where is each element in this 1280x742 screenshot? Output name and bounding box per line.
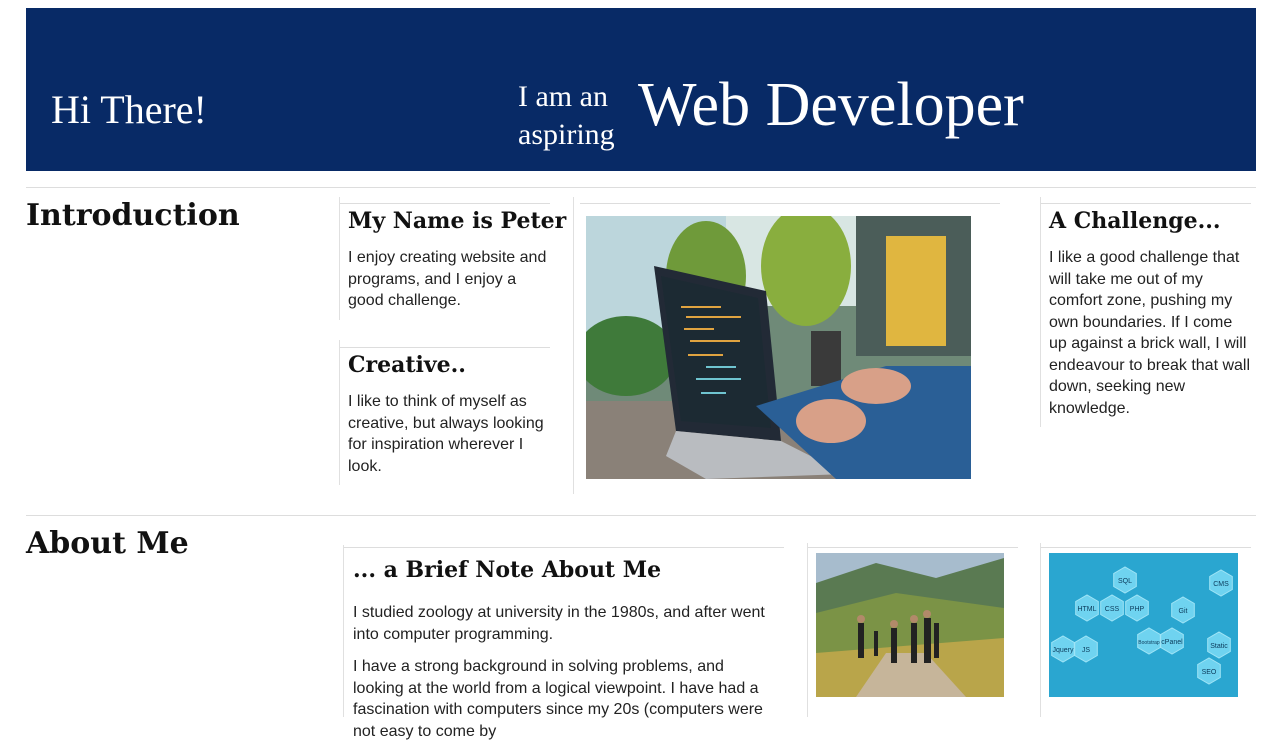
skill-label: PHP	[1130, 606, 1145, 613]
divider	[344, 547, 784, 548]
skills-hex-graphic: SQL CMS HTML CSS PHP Git Bootstrap cPanel Static…	[1051, 566, 1233, 685]
role-title: Web Developer	[638, 71, 1024, 139]
divider	[339, 197, 340, 320]
skill-label: Git	[1179, 608, 1188, 615]
skill-label: cPanel	[1161, 639, 1183, 646]
divider	[26, 515, 1256, 516]
greeting: Hi There!	[51, 87, 207, 132]
skill-label: Static	[1210, 643, 1228, 650]
divider	[343, 545, 344, 717]
skill-label: HTML	[1077, 606, 1096, 613]
aspire-line-2: aspiring	[518, 118, 615, 151]
challenge-card-title: A Challenge...	[1049, 208, 1221, 234]
divider	[808, 547, 1018, 548]
skill-label: SEO	[1202, 669, 1217, 676]
divider	[807, 543, 808, 717]
divider	[340, 203, 550, 204]
divider	[26, 187, 1256, 188]
skill-label: Bootstrap	[1138, 640, 1160, 646]
divider	[1041, 547, 1251, 548]
skill-label: JS	[1082, 647, 1091, 654]
name-card-title: My Name is Peter	[348, 208, 567, 234]
creative-card-title: Creative..	[348, 352, 466, 378]
introduction-heading: Introduction	[26, 198, 240, 233]
aspire-line-1: I am an	[518, 80, 608, 113]
divider	[1041, 203, 1251, 204]
aspire-text: I am an aspiring	[518, 78, 615, 154]
header-banner: Hi There! I am an aspiring Web Developer	[26, 8, 1256, 171]
divider	[339, 340, 340, 485]
skills-graphic: SQL CMS HTML CSS PHP Git Bootstrap cPanel Static…	[1049, 553, 1238, 697]
about-paragraph-2: I have a strong background in solving pr…	[353, 658, 763, 740]
name-card-text: I enjoy creating website and programs, a…	[348, 249, 547, 309]
laptop-photo	[586, 216, 971, 479]
about-paragraph-1: I studied zoology at university in the 1…	[353, 604, 765, 643]
skill-label: CSS	[1105, 606, 1120, 613]
about-note-title: ... a Brief Note About Me	[353, 557, 662, 583]
divider	[580, 203, 1000, 204]
hiking-photo	[816, 553, 1004, 697]
creative-card-text: I like to think of myself as creative, b…	[348, 393, 544, 475]
skill-label: Jquery	[1052, 647, 1074, 654]
divider	[573, 197, 574, 494]
divider	[340, 347, 550, 348]
skill-label: CMS	[1213, 581, 1229, 588]
divider	[1040, 543, 1041, 717]
about-heading: About Me	[26, 526, 189, 561]
challenge-card-text: I like a good challenge that will take m…	[1049, 249, 1251, 417]
divider	[1040, 197, 1041, 427]
skill-label: SQL	[1118, 578, 1132, 585]
